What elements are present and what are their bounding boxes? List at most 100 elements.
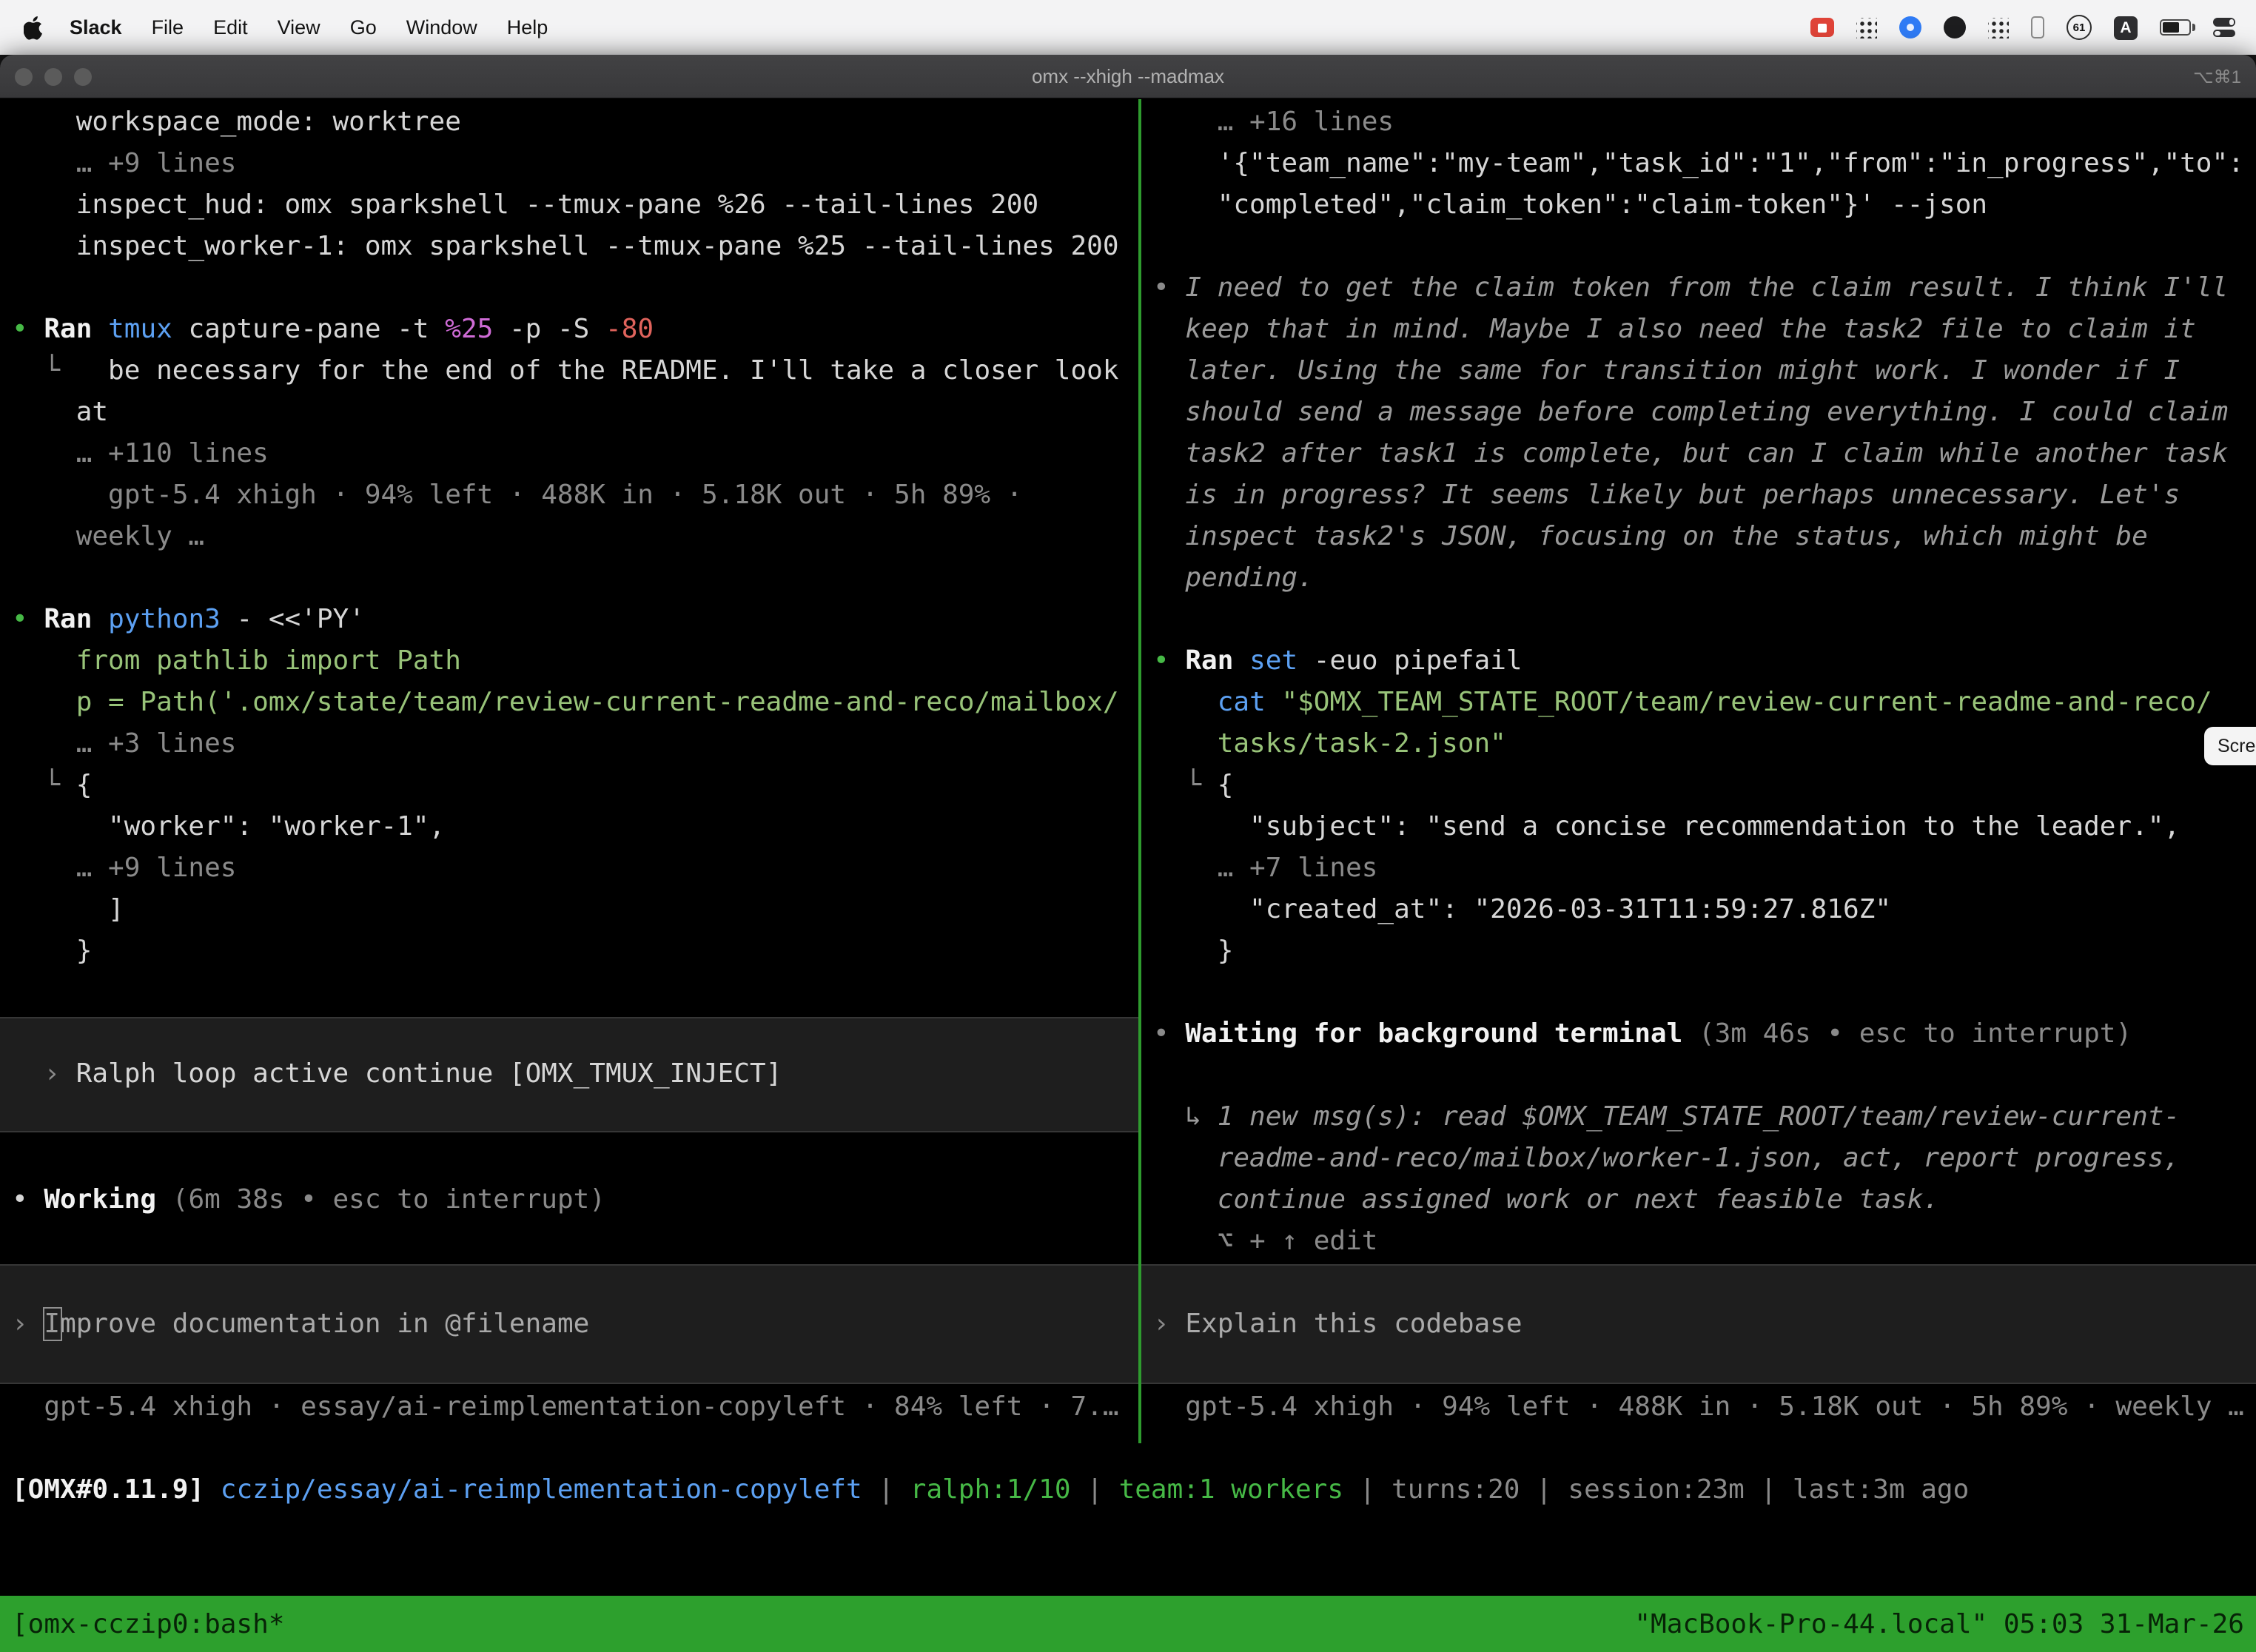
terminal-line: } (0, 931, 1138, 973)
terminal-line: pending. (1141, 558, 2256, 600)
zoom-button[interactable] (74, 67, 92, 85)
menu-bar: SlackFileEditViewGoWindowHelp 61 A (0, 0, 2256, 55)
menu-item-view[interactable]: View (263, 16, 335, 38)
left-pane-working-status: • Working (6m 38s • esc to interrupt) (0, 1180, 1138, 1221)
terminal-line: • Ran python3 - <<'PY' (0, 600, 1138, 641)
terminal-line: workspace_mode: worktree (0, 102, 1138, 144)
terminal-line: gpt-5.4 xhigh · essay/ai-reimplementatio… (0, 1387, 1138, 1428)
blue-app-icon[interactable] (1899, 16, 1921, 38)
left-pane-scrollback: workspace_mode: worktree … +9 lines insp… (0, 102, 1138, 973)
tmux-status-bar: [omx-cczip0:bash* "MacBook-Pro-44.local"… (0, 1596, 2256, 1652)
omx-status-line: [OMX#0.11.9] cczip/essay/ai-reimplementa… (0, 1470, 2256, 1511)
left-pane-notice-band: › Ralph loop active continue [OMX_TMUX_I… (0, 1017, 1138, 1132)
menu-item-go[interactable]: Go (335, 16, 392, 38)
terminal-line: tasks/task-2.json" (1141, 724, 2256, 765)
menu-item-file[interactable]: File (137, 16, 199, 38)
menu-bar-left: SlackFileEditViewGoWindowHelp (21, 16, 563, 39)
apple-menu-icon[interactable] (21, 16, 55, 39)
terminal-line (1141, 973, 2256, 1014)
apple-logo (24, 16, 43, 39)
terminal-line: inspect_worker-1: omx sparkshell --tmux-… (0, 226, 1138, 268)
terminal-line (1141, 226, 2256, 268)
terminal-line (1141, 600, 2256, 641)
terminal-line: └ { (1141, 765, 2256, 807)
terminal-line: ] (0, 890, 1138, 931)
menu-items: SlackFileEditViewGoWindowHelp (55, 16, 563, 38)
battery-icon[interactable] (2160, 20, 2191, 36)
terminal-line: } (1141, 931, 2256, 973)
terminal-line: ↳ 1 new msg(s): read $OMX_TEAM_STATE_ROO… (1141, 1097, 2256, 1138)
traffic-lights (0, 67, 92, 85)
terminal-line: "subject": "send a concise recommendatio… (1141, 807, 2256, 848)
terminal-line: at (0, 392, 1138, 434)
right-pane-scrollback: … +16 lines '{"team_name":"my-team","tas… (1141, 102, 2256, 1263)
terminal-line: keep that in mind. Maybe I also need the… (1141, 309, 2256, 351)
terminal-line: … +3 lines (0, 724, 1138, 765)
terminal-line (1141, 1055, 2256, 1097)
menu-item-window[interactable]: Window (392, 16, 492, 38)
terminal-line (0, 268, 1138, 309)
terminal-line: '{"team_name":"my-team","task_id":"1","f… (1141, 144, 2256, 185)
window-title: omx --xhigh --madmax (0, 65, 2256, 87)
terminal-line: • Ran set -euo pipefail (1141, 641, 2256, 682)
terminal-line: [OMX#0.11.9] cczip/essay/ai-reimplementa… (0, 1470, 2256, 1511)
terminal-line: … +9 lines (0, 848, 1138, 890)
terminal-line: • Ran tmux capture-pane -t %25 -p -S -80 (0, 309, 1138, 351)
right-pane-prompt-input[interactable]: › Explain this codebase (1141, 1264, 2256, 1384)
terminal-line: from pathlib import Path (0, 641, 1138, 682)
terminal-line: • Waiting for background terminal (3m 46… (1141, 1014, 2256, 1055)
terminal-window: omx --xhigh --madmax ⌥⌘1 workspace_mode:… (0, 55, 2256, 1652)
dots-grid-icon[interactable] (1988, 17, 2009, 38)
terminal-line: • I need to get the claim token from the… (1141, 268, 2256, 309)
input-source-icon[interactable]: A (2114, 16, 2138, 39)
screen-recording-stop-icon[interactable] (1810, 18, 1834, 37)
terminal-content: workspace_mode: worktree … +9 lines insp… (0, 99, 2256, 1652)
screen: SlackFileEditViewGoWindowHelp 61 A (0, 0, 2256, 1652)
right-pane-status-line: gpt-5.4 xhigh · 94% left · 488K in · 5.1… (1141, 1387, 2256, 1428)
battery-ring-icon[interactable]: 61 (2067, 15, 2092, 40)
tmux-pane-right[interactable]: … +16 lines '{"team_name":"my-team","tas… (1141, 99, 2256, 1443)
terminal-line: └ { (0, 765, 1138, 807)
terminal-line: › Ralph loop active continue [OMX_TMUX_I… (0, 1054, 1138, 1095)
menu-item-help[interactable]: Help (492, 16, 563, 38)
terminal-line: continue assigned work or next feasible … (1141, 1180, 2256, 1221)
terminal-line: › Explain this codebase (1141, 1303, 2256, 1345)
screen-tooltip: Scre (2204, 727, 2256, 765)
terminal-line: inspect_hud: omx sparkshell --tmux-pane … (0, 185, 1138, 226)
menu-item-edit[interactable]: Edit (198, 16, 263, 38)
terminal-line (0, 558, 1138, 600)
terminal-line: "completed","claim_token":"claim-token"}… (1141, 185, 2256, 226)
terminal-line: readme-and-reco/mailbox/worker-1.json, a… (1141, 1138, 2256, 1180)
terminal-line: … +7 lines (1141, 848, 2256, 890)
terminal-line: later. Using the same for transition mig… (1141, 351, 2256, 392)
tmux-session-label[interactable]: [omx-cczip0:bash* (12, 1608, 284, 1639)
terminal-line: cat "$OMX_TEAM_STATE_ROOT/team/review-cu… (1141, 682, 2256, 724)
slim-badge-icon[interactable] (2031, 16, 2044, 38)
window-shortcut-hint: ⌥⌘1 (2193, 66, 2241, 87)
terminal-line: "worker": "worker-1", (0, 807, 1138, 848)
tmux-pane-left[interactable]: workspace_mode: worktree … +9 lines insp… (0, 99, 1138, 1443)
minimize-button[interactable] (44, 67, 62, 85)
title-bar[interactable]: omx --xhigh --madmax ⌥⌘1 (0, 55, 2256, 99)
tmux-host-clock: "MacBook-Pro-44.local" 05:03 31-Mar-26 (1634, 1608, 2244, 1639)
terminal-line: … +16 lines (1141, 102, 2256, 144)
terminal-line: └ be necessary for the end of the README… (0, 351, 1138, 392)
terminal-line: is in progress? It seems likely but perh… (1141, 475, 2256, 517)
terminal-line: gpt-5.4 xhigh · 94% left · 488K in · 5.1… (1141, 1387, 2256, 1428)
terminal-line: gpt-5.4 xhigh · 94% left · 488K in · 5.1… (0, 475, 1138, 517)
terminal-line: › Improve documentation in @filename (0, 1303, 1138, 1345)
window-grid-icon[interactable] (1856, 17, 1877, 38)
left-pane-status-line: gpt-5.4 xhigh · essay/ai-reimplementatio… (0, 1387, 1138, 1428)
terminal-line: inspect task2's JSON, focusing on the st… (1141, 517, 2256, 558)
terminal-line: weekly … (0, 517, 1138, 558)
terminal-line: task2 after task1 is complete, but can I… (1141, 434, 2256, 475)
menu-status-icons: 61 A (1810, 15, 2235, 40)
terminal-line: • Working (6m 38s • esc to interrupt) (0, 1180, 1138, 1221)
terminal-line: "created_at": "2026-03-31T11:59:27.816Z" (1141, 890, 2256, 931)
menu-item-slack[interactable]: Slack (55, 16, 137, 38)
left-pane-prompt-input[interactable]: › Improve documentation in @filename (0, 1264, 1138, 1384)
dark-app-icon[interactable] (1944, 16, 1966, 38)
terminal-line: p = Path('.omx/state/team/review-current… (0, 682, 1138, 724)
control-center-icon[interactable] (2213, 18, 2235, 37)
close-button[interactable] (15, 67, 33, 85)
